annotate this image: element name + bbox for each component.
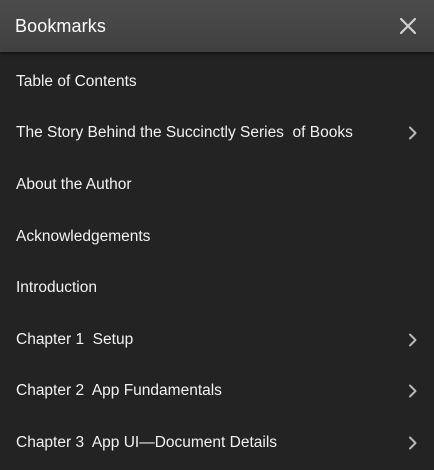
expand-button[interactable]: [406, 383, 420, 399]
bookmark-label: Introduction: [16, 279, 97, 297]
bookmark-item[interactable]: About the Author: [0, 159, 434, 211]
bookmark-item[interactable]: The Story Behind the Succinctly Series o…: [0, 108, 434, 160]
bookmark-label: Chapter 1 Setup: [16, 330, 134, 348]
expand-button[interactable]: [406, 435, 420, 451]
chevron-right-icon: [409, 126, 417, 140]
chevron-right-icon: [409, 436, 417, 450]
close-icon: [399, 17, 417, 35]
bookmark-item[interactable]: Chapter 2 App Fundamentals: [0, 366, 434, 418]
bookmark-label: About the Author: [16, 175, 132, 193]
bookmark-label: Table of Contents: [16, 72, 137, 90]
bookmarks-header: Bookmarks: [0, 0, 434, 52]
expand-button[interactable]: [406, 125, 420, 141]
bookmark-label: The Story Behind the Succinctly Series o…: [16, 124, 353, 142]
bookmark-item[interactable]: Introduction: [0, 262, 434, 314]
expand-button[interactable]: [406, 332, 420, 348]
bookmarks-panel: Bookmarks Table of Contents The Story Beh…: [0, 0, 434, 470]
panel-title: Bookmarks: [15, 15, 106, 36]
bookmark-item[interactable]: Chapter 3 App UI—Document Details: [0, 417, 434, 469]
bookmark-list: Table of Contents The Story Behind the Su…: [0, 52, 434, 469]
close-button[interactable]: [397, 15, 419, 37]
bookmark-label: Acknowledgements: [16, 227, 151, 245]
bookmark-label: Chapter 2 App Fundamentals: [16, 382, 222, 400]
bookmark-item[interactable]: Chapter 1 Setup: [0, 314, 434, 366]
bookmark-item[interactable]: Acknowledgements: [0, 211, 434, 263]
chevron-right-icon: [409, 384, 417, 398]
chevron-right-icon: [409, 333, 417, 347]
bookmark-label: Chapter 3 App UI—Document Details: [16, 433, 278, 451]
bookmark-item[interactable]: Table of Contents: [0, 56, 434, 108]
